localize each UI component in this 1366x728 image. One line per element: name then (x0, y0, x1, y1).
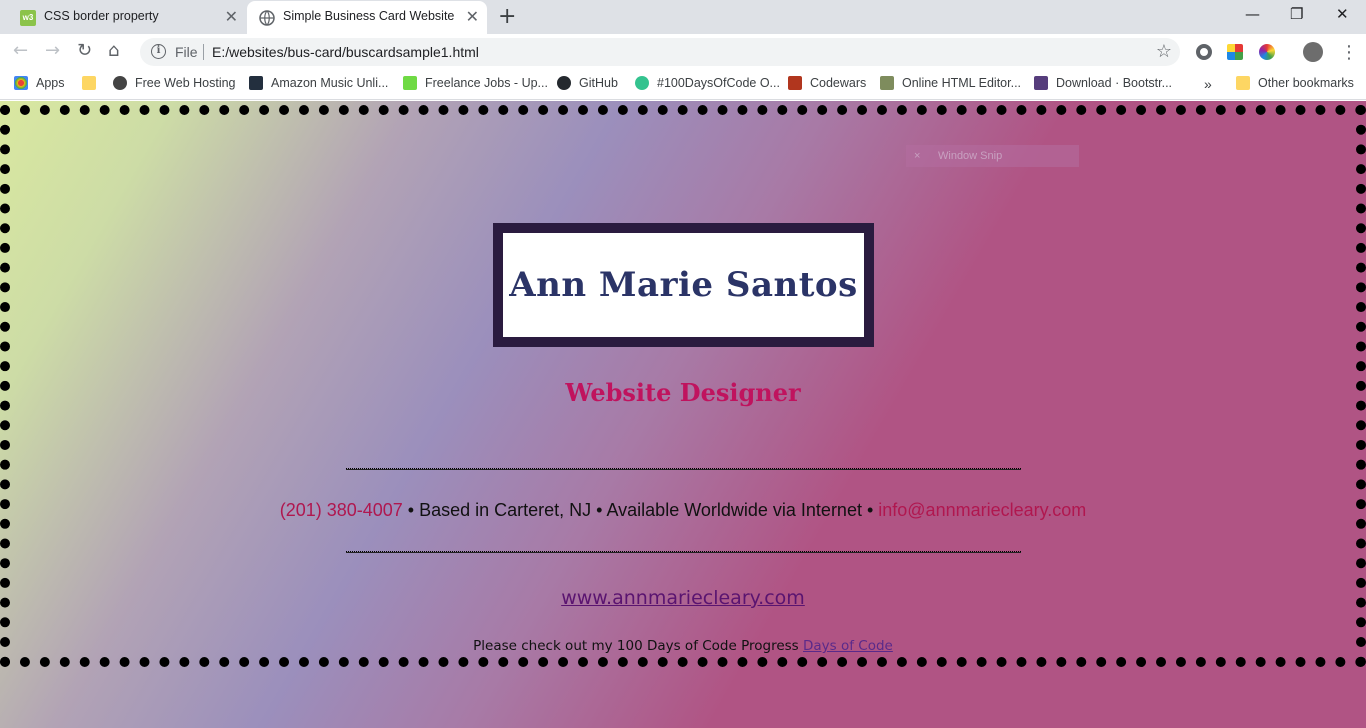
close-window-button[interactable]: ✕ (1336, 5, 1349, 23)
html-editor-icon (880, 76, 894, 90)
bookmark-upwork[interactable]: Freelance Jobs - Up... (403, 76, 548, 90)
back-arrow-icon[interactable]: ← (13, 42, 28, 60)
upwork-icon (403, 76, 417, 90)
forward-arrow-icon[interactable]: → (45, 42, 60, 60)
bookmark-free-web-hosting[interactable]: Free Web Hosting (113, 76, 236, 90)
snip-label: Window Snip (938, 150, 1003, 162)
info-icon[interactable]: i (151, 44, 166, 59)
extension-grid-icon[interactable] (1227, 44, 1243, 60)
page-viewport: × Window Snip Ann Marie Santos Website D… (0, 101, 1366, 728)
tab-title: Simple Business Card Website (283, 9, 455, 23)
tab-close-icon[interactable]: ✕ (225, 7, 238, 27)
bookmark-amazon-music[interactable]: Amazon Music Unli... (249, 76, 388, 90)
location-text: • Based in Carteret, NJ • Available Worl… (402, 500, 879, 520)
bookmark-100days[interactable]: #100DaysOfCode O... (635, 76, 780, 90)
bookmark-html-editor[interactable]: Online HTML Editor... (880, 76, 1021, 90)
tab-close-icon[interactable]: ✕ (466, 7, 479, 27)
divider-bottom (346, 551, 1021, 553)
bookmark-github[interactable]: GitHub (557, 76, 618, 90)
globe-icon (259, 10, 275, 26)
menu-icon[interactable]: ⋮ (1340, 44, 1358, 62)
folder-icon (82, 76, 96, 90)
contact-line: (201) 380-4007 • Based in Carteret, NJ •… (0, 500, 1366, 521)
card-title: Website Designer (565, 378, 801, 407)
extension-circle-icon[interactable] (1196, 44, 1212, 60)
bookmark-star-icon[interactable]: ☆ (1156, 41, 1172, 62)
email-link[interactable]: info@annmariecleary.com (878, 500, 1086, 520)
new-tab-button[interactable]: + (498, 4, 516, 29)
100days-icon (635, 76, 649, 90)
extension-color-icon[interactable] (1259, 44, 1275, 60)
hosting-icon (113, 76, 127, 90)
restore-button[interactable]: ❐ (1290, 5, 1303, 23)
avatar[interactable] (1303, 42, 1323, 62)
minimize-button[interactable]: — (1245, 5, 1260, 23)
bookmark-other[interactable]: Other bookmarks (1236, 76, 1354, 90)
tab-title: CSS border property (44, 9, 159, 23)
home-icon[interactable]: ⌂ (108, 42, 119, 60)
website-link[interactable]: www.annmariecleary.com (0, 587, 1366, 609)
tab-business-card[interactable]: Simple Business Card Website ✕ (247, 1, 487, 34)
card-name: Ann Marie Santos (509, 265, 858, 305)
window-snip-overlay[interactable]: × Window Snip (906, 145, 1079, 167)
days-of-code-link[interactable]: Days of Code (803, 638, 893, 654)
progress-line: Please check out my 100 Days of Code Pro… (0, 638, 1366, 654)
phone-number[interactable]: (201) 380-4007 (280, 500, 403, 520)
codewars-icon (788, 76, 802, 90)
bookmark-codewars[interactable]: Codewars (788, 76, 866, 90)
name-box: Ann Marie Santos (493, 223, 874, 347)
url-text[interactable]: E:/websites/bus-card/buscardsample1.html (212, 44, 479, 60)
bookmark-folder[interactable] (82, 76, 104, 90)
tab-css-border[interactable]: w3 CSS border property ✕ (8, 1, 246, 34)
address-bar[interactable]: i File E:/websites/bus-card/buscardsampl… (140, 38, 1180, 66)
snip-close-icon[interactable]: × (914, 145, 920, 167)
folder-icon (1236, 76, 1250, 90)
progress-text: Please check out my 100 Days of Code Pro… (473, 638, 799, 654)
file-label: File (175, 44, 198, 60)
github-icon (557, 76, 571, 90)
bookmark-bootstrap[interactable]: Download · Bootstr... (1034, 76, 1172, 90)
bookmark-apps[interactable]: Apps (14, 76, 65, 90)
w3schools-icon: w3 (20, 10, 36, 26)
amazon-icon (249, 76, 263, 90)
apps-grid-icon (14, 76, 28, 90)
tab-bar: w3 CSS border property ✕ Simple Business… (0, 0, 1366, 34)
divider-top (346, 468, 1021, 470)
bookmarks-bar: Apps Free Web Hosting Amazon Music Unli.… (0, 70, 1366, 100)
reload-icon[interactable]: ↻ (77, 42, 92, 60)
bootstrap-icon (1034, 76, 1048, 90)
divider (203, 44, 204, 60)
bookmarks-overflow-chevron[interactable]: » (1204, 76, 1212, 92)
